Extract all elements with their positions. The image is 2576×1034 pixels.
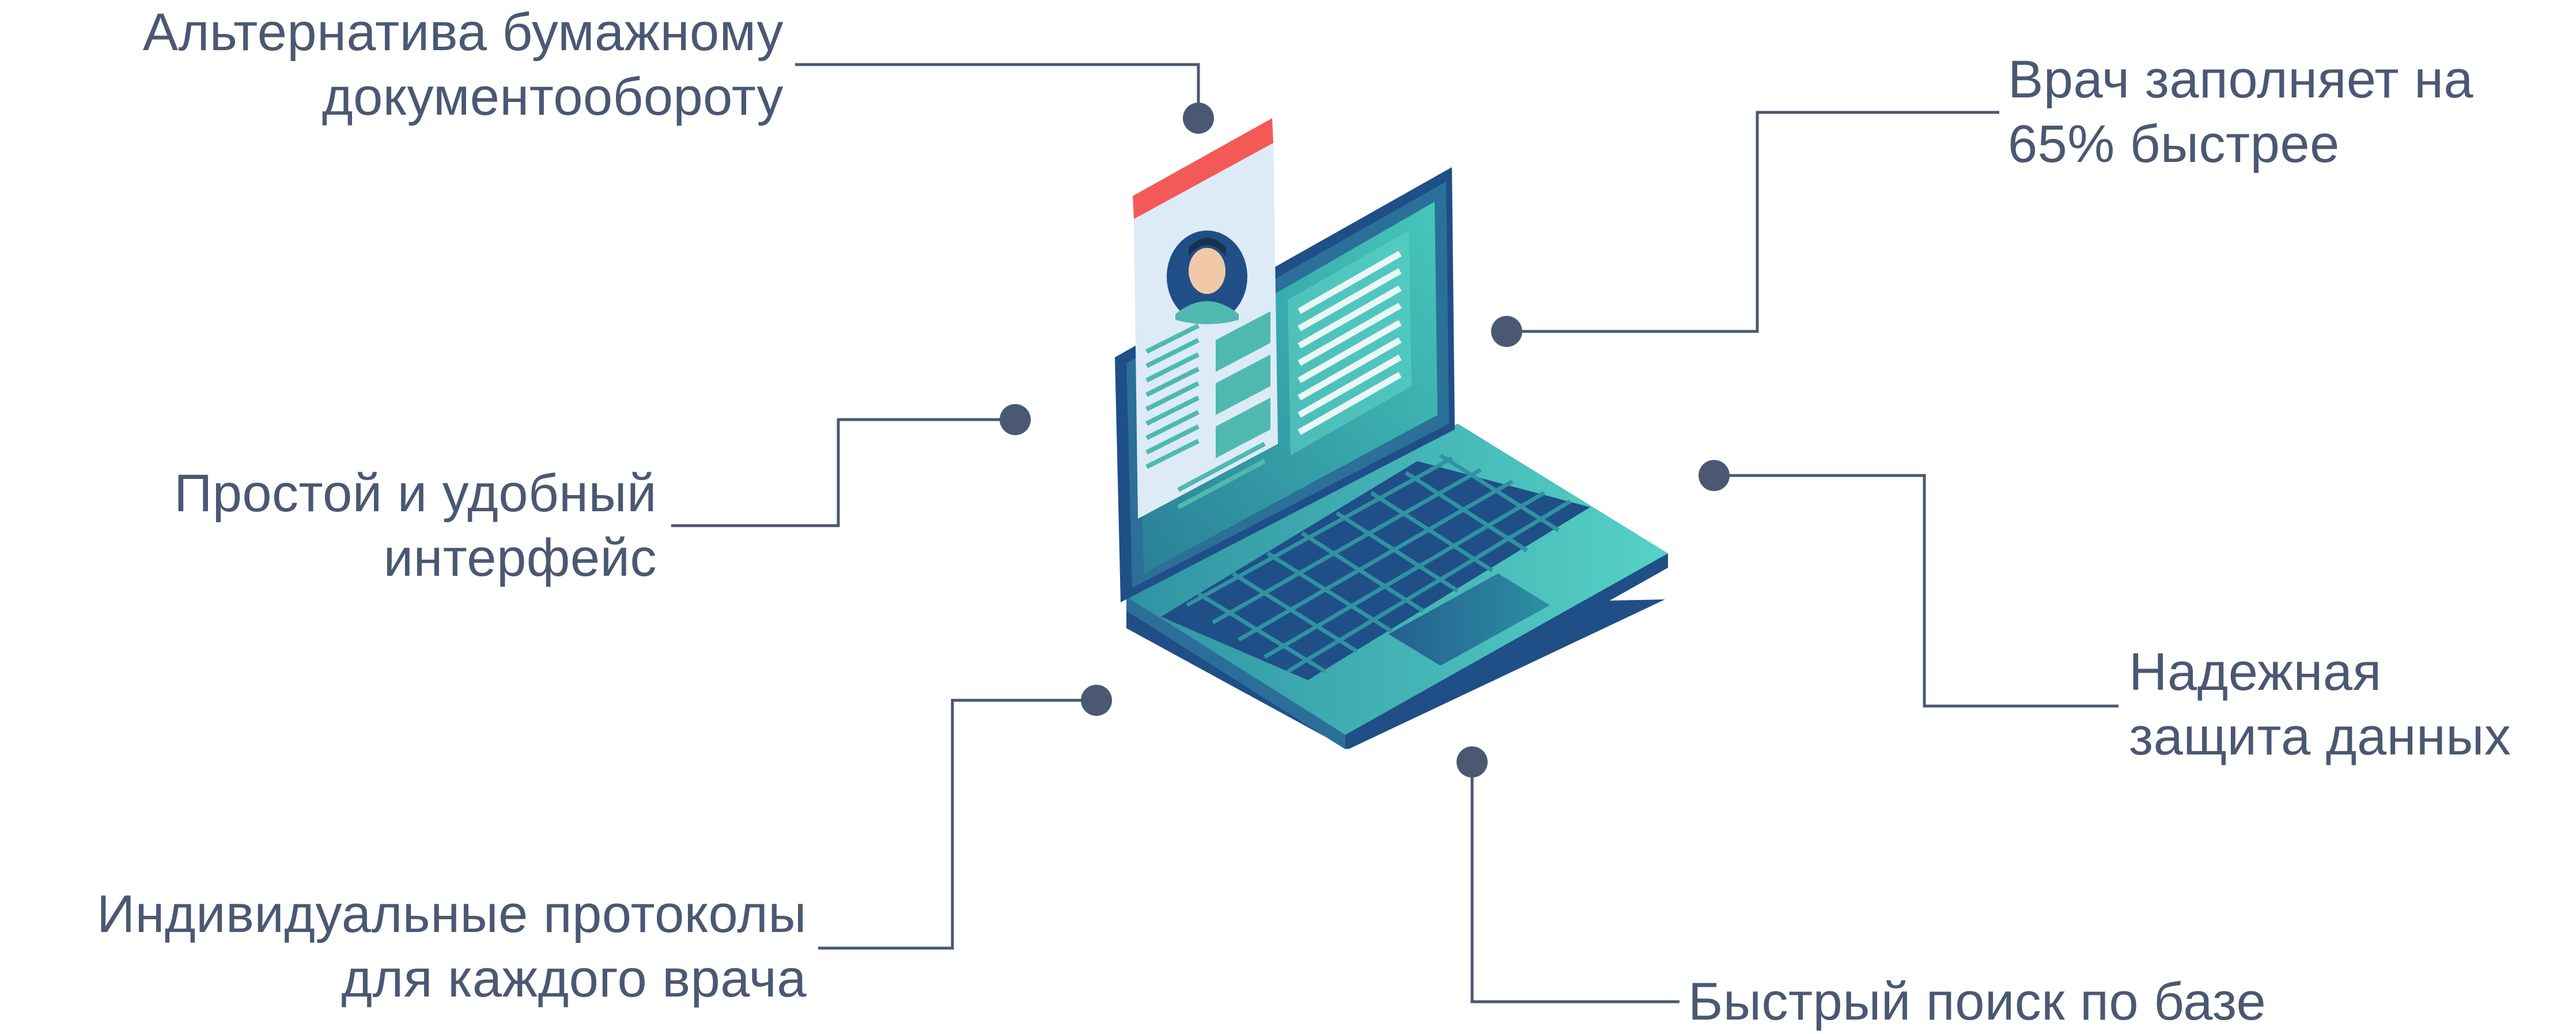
feature-label-protocols-line1: Индивидуальные протоколы (97, 885, 807, 944)
feature-label-interface: Простой и удобный интерфейс (86, 461, 657, 590)
feature-label-search: Быстрый поиск по базе (1688, 969, 2380, 1034)
feature-label-interface-line1: Простой и удобный (174, 464, 657, 523)
feature-label-security-line1: Надежная (2129, 643, 2382, 701)
feature-label-faster-line1: Врач заполняет на (2008, 50, 2474, 109)
feature-label-paperless-line2: документообороту (321, 67, 784, 126)
feature-label-faster: Врач заполняет на 65% быстрее (2008, 47, 2561, 176)
feature-diagram: Альтернатива бумажному документообороту … (0, 0, 2576, 1032)
feature-label-security: Надежная защита данных (2129, 640, 2555, 769)
feature-label-security-line2: защита данных (2129, 707, 2511, 766)
feature-label-interface-line2: интерфейс (383, 529, 657, 587)
feature-label-protocols: Индивидуальные протоколы для каждого вра… (12, 882, 807, 1011)
feature-label-paperless-line1: Альтернатива бумажному (142, 3, 784, 62)
feature-label-protocols-line2: для каждого врача (341, 949, 807, 1008)
feature-label-search-line1: Быстрый поиск по базе (1688, 972, 2267, 1031)
feature-label-faster-line2: 65% быстрее (2008, 115, 2340, 173)
feature-label-paperless: Альтернатива бумажному документообороту (58, 0, 784, 129)
